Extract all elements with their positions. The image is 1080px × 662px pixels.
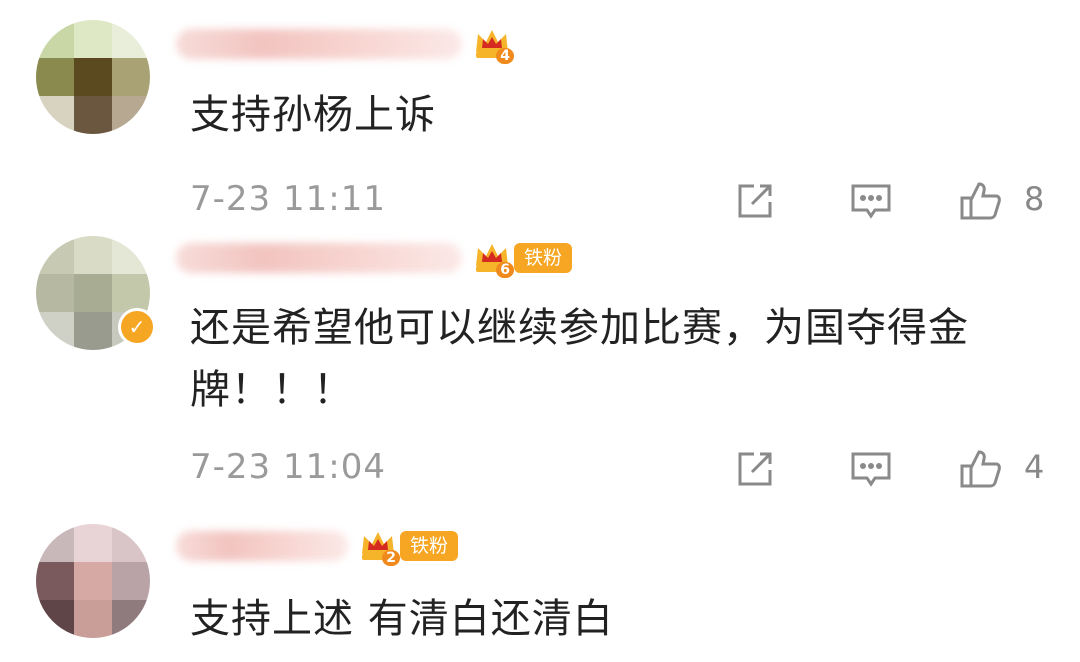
comment-text: 支持孙杨上诉 <box>190 92 436 138</box>
thumbs-up-icon[interactable] <box>958 446 1004 492</box>
username[interactable] <box>176 243 462 273</box>
comment-icon[interactable] <box>848 178 894 224</box>
level-number: 6 <box>496 262 514 278</box>
comment-time: 7-23 11:04 <box>190 447 386 487</box>
like-count: 4 <box>1024 448 1045 486</box>
like-count: 8 <box>1024 180 1045 218</box>
crown-level-icon: 4 <box>472 24 514 64</box>
comment-icon[interactable] <box>848 446 894 492</box>
username[interactable] <box>176 531 348 561</box>
verified-check-icon: ✓ <box>118 308 156 346</box>
fan-badge: 铁粉 <box>514 243 573 273</box>
username-row: 2 铁粉 <box>176 524 459 568</box>
username-row: 6 铁粉 <box>176 236 573 280</box>
share-icon[interactable] <box>732 446 778 492</box>
username-row: 4 <box>176 22 514 66</box>
avatar[interactable] <box>36 524 150 638</box>
thumbs-up-icon[interactable] <box>958 178 1004 224</box>
comment-text: 支持上述 有清白还清白 <box>190 596 614 642</box>
crown-level-icon: 2 <box>358 526 400 566</box>
comment-meta: 7-23 11:04 4 <box>0 442 1080 492</box>
avatar[interactable] <box>36 20 150 134</box>
comment-time: 7-23 11:11 <box>190 179 386 219</box>
comment-text: 还是希望他可以继续参加比赛，为国夺得金牌！！！ <box>190 305 969 413</box>
fan-badge: 铁粉 <box>400 531 459 561</box>
level-number: 4 <box>496 48 514 64</box>
comment-feed: 4 支持孙杨上诉 7-23 11:11 8 ✓ 6 铁粉 还是希望他可以继续参加… <box>0 0 1080 662</box>
share-icon[interactable] <box>732 178 778 224</box>
username[interactable] <box>176 29 462 59</box>
crown-level-icon: 6 <box>472 238 514 278</box>
comment-meta: 7-23 11:11 8 <box>0 174 1080 224</box>
level-number: 2 <box>382 550 400 566</box>
